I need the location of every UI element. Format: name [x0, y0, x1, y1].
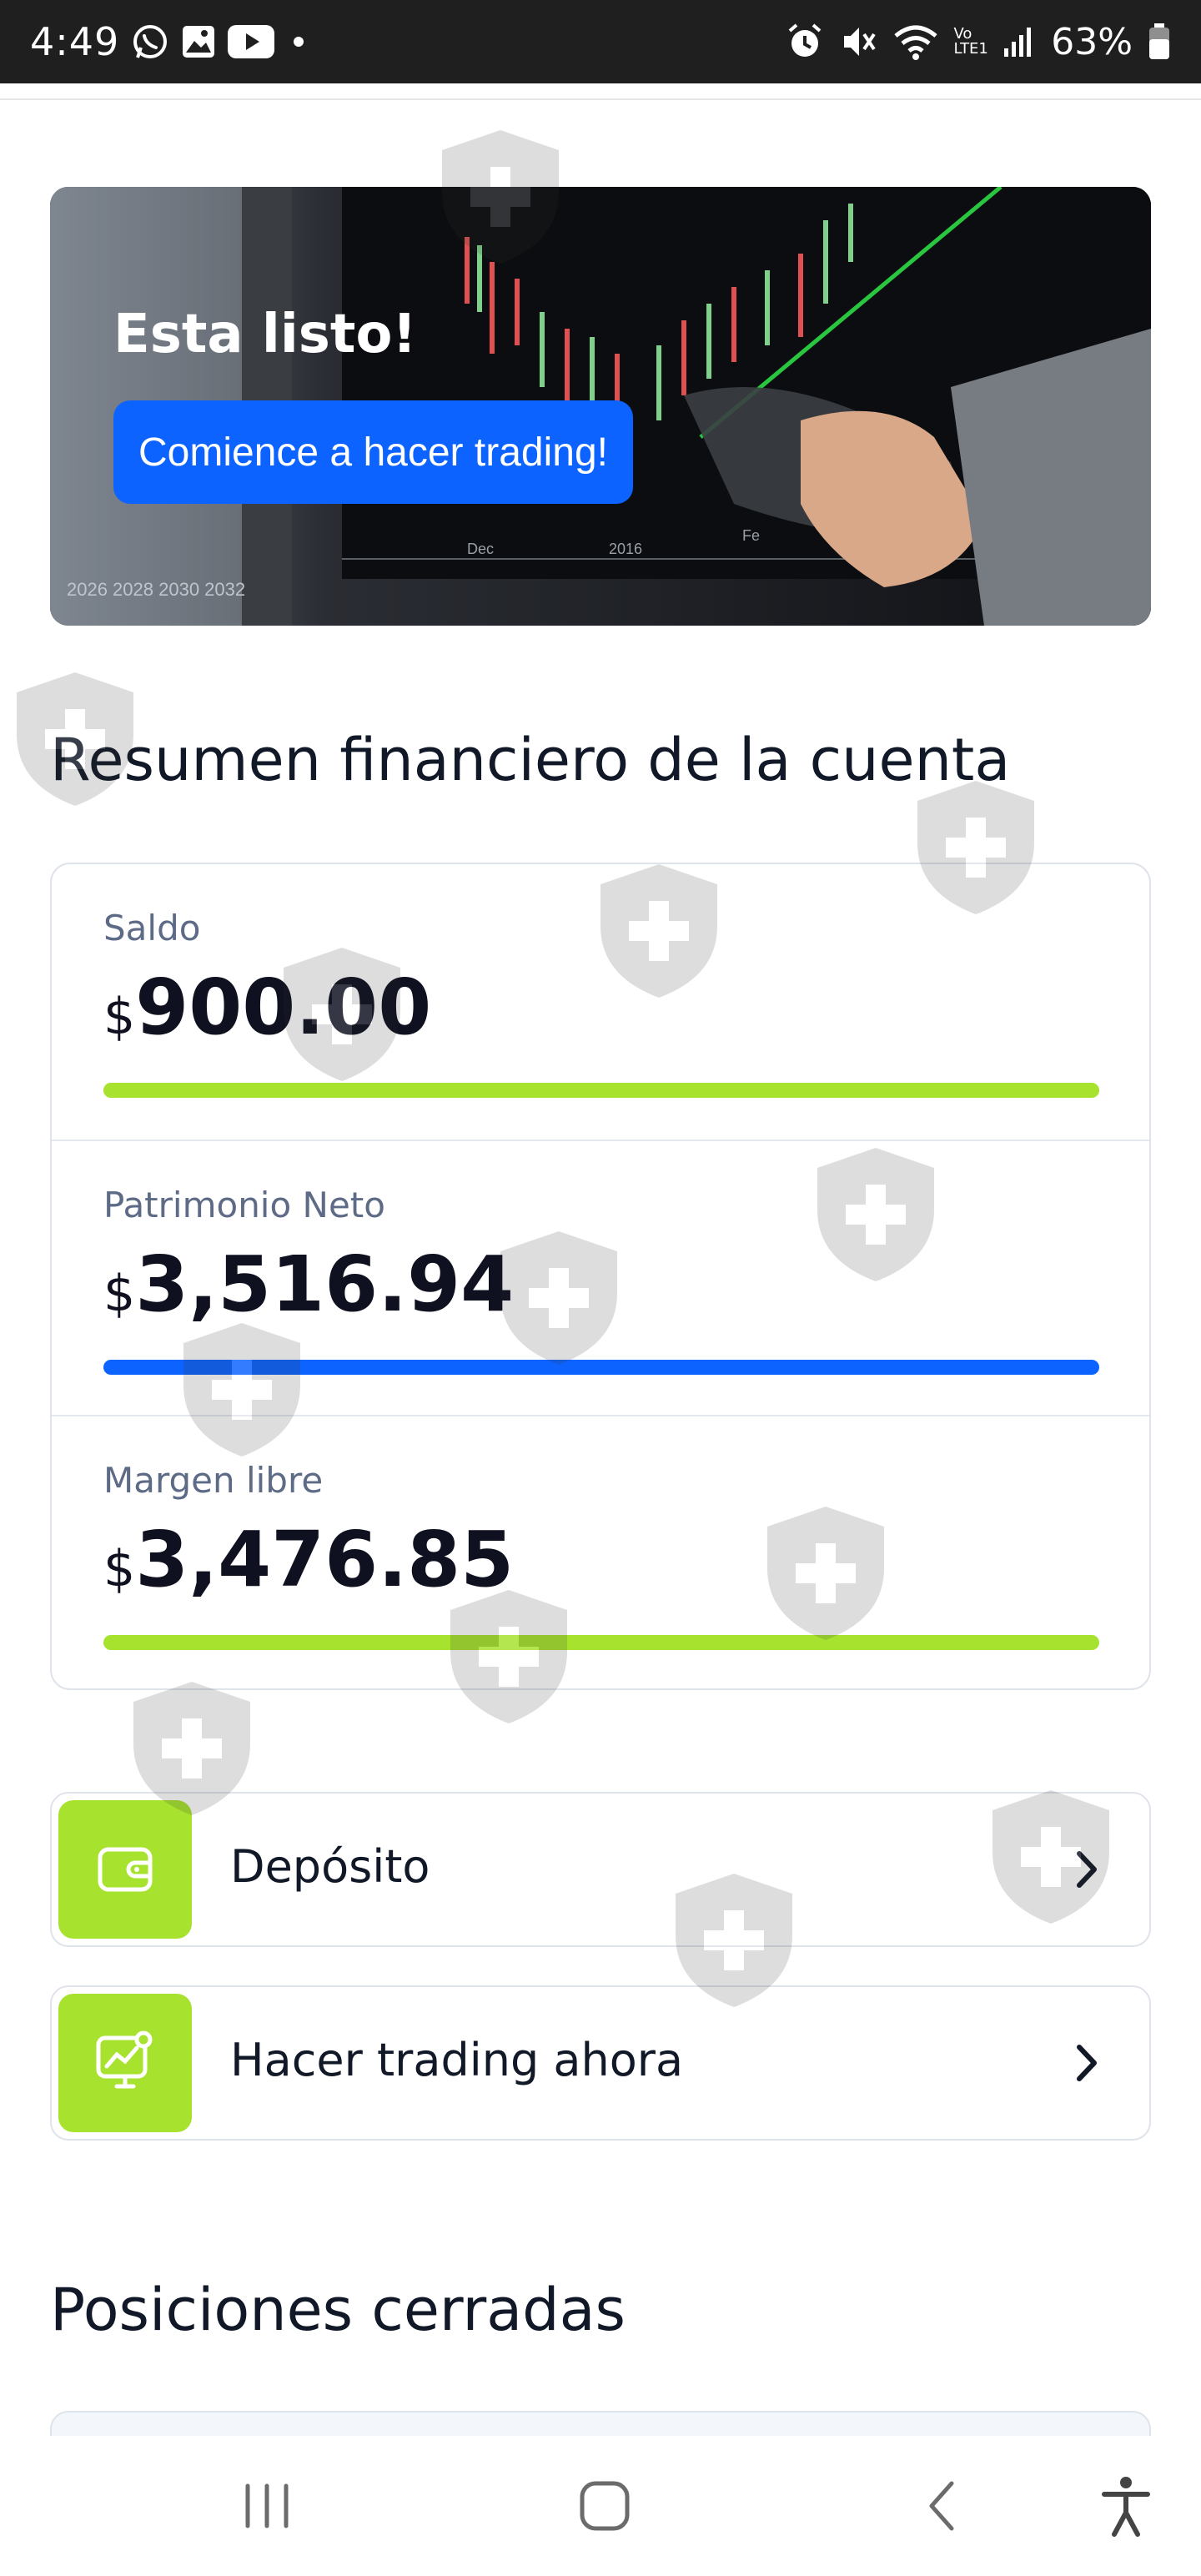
free-margin-value: 3,476.85 — [135, 1515, 515, 1604]
accessibility-icon[interactable] — [1093, 2436, 1159, 2576]
status-time: 4:49 — [30, 19, 120, 64]
metric-value: $3,476.85 — [103, 1515, 514, 1604]
system-nav-bar — [0, 2436, 1201, 2576]
gallery-icon — [181, 24, 216, 59]
wallet-icon — [58, 1800, 192, 1939]
currency-symbol: $ — [103, 1540, 136, 1598]
wifi-icon — [892, 23, 939, 61]
account-summary-card: Saldo $900.00 Patrimonio Neto $3,516.94 … — [50, 863, 1151, 1690]
chart-axis-label-3: Fe — [742, 527, 760, 544]
chevron-right-icon — [1074, 2042, 1099, 2087]
volte-label: Vo LTE1 — [953, 25, 988, 58]
chart-axis-label-1: Dec — [467, 541, 494, 557]
youtube-icon — [228, 25, 275, 58]
metric-saldo: Saldo $900.00 — [52, 864, 1149, 1140]
wall-text: 2026 2028 2030 2032 — [67, 579, 245, 600]
whatsapp-icon — [131, 23, 169, 61]
home-button[interactable] — [567, 2436, 642, 2576]
equity-bar — [103, 1360, 1099, 1375]
currency-symbol: $ — [103, 988, 136, 1046]
promo-banner[interactable]: 2026 2028 2030 2032 Dec 2016 Fe Esta lis… — [50, 187, 1151, 626]
equity-value: 3,516.94 — [135, 1240, 515, 1329]
status-bar: 4:49 Vo LTE1 63% — [0, 0, 1201, 83]
battery-percent: 63% — [1051, 20, 1133, 63]
battery-icon — [1148, 23, 1171, 61]
mute-icon — [839, 23, 877, 61]
deposit-label: Depósito — [230, 1840, 430, 1893]
signal-icon — [1003, 25, 1036, 58]
metric-label: Saldo — [103, 908, 201, 948]
metric-label: Patrimonio Neto — [103, 1185, 385, 1225]
closed-positions-title: Posiciones cerradas — [50, 2276, 626, 2344]
notification-dot-icon — [286, 29, 311, 54]
account-summary-title: Resumen financiero de la cuenta — [50, 726, 1011, 794]
metric-margen-libre: Margen libre $3,476.85 — [52, 1415, 1149, 1688]
alarm-icon — [786, 23, 824, 61]
metric-value: $900.00 — [103, 963, 431, 1052]
start-trading-button[interactable]: Comience a hacer trading! — [113, 400, 633, 504]
deposit-button[interactable]: Depósito — [50, 1792, 1151, 1947]
chevron-right-icon — [1074, 1849, 1099, 1894]
free-margin-bar — [103, 1635, 1099, 1650]
balance-bar — [103, 1083, 1099, 1098]
chart-axis-label-2: 2016 — [609, 541, 642, 557]
metric-value: $3,516.94 — [103, 1240, 514, 1329]
trading-chart-icon — [58, 1994, 192, 2132]
back-button[interactable] — [909, 2436, 976, 2576]
trade-now-label: Hacer trading ahora — [230, 2034, 684, 2086]
trade-now-button[interactable]: Hacer trading ahora — [50, 1985, 1151, 2141]
header-divider — [0, 98, 1201, 100]
balance-value: 900.00 — [135, 963, 432, 1052]
currency-symbol: $ — [103, 1265, 136, 1323]
recent-apps-button[interactable] — [225, 2436, 309, 2576]
metric-patrimonio-neto: Patrimonio Neto $3,516.94 — [52, 1140, 1149, 1415]
banner-title: Esta listo! — [113, 304, 417, 365]
metric-label: Margen libre — [103, 1460, 324, 1501]
